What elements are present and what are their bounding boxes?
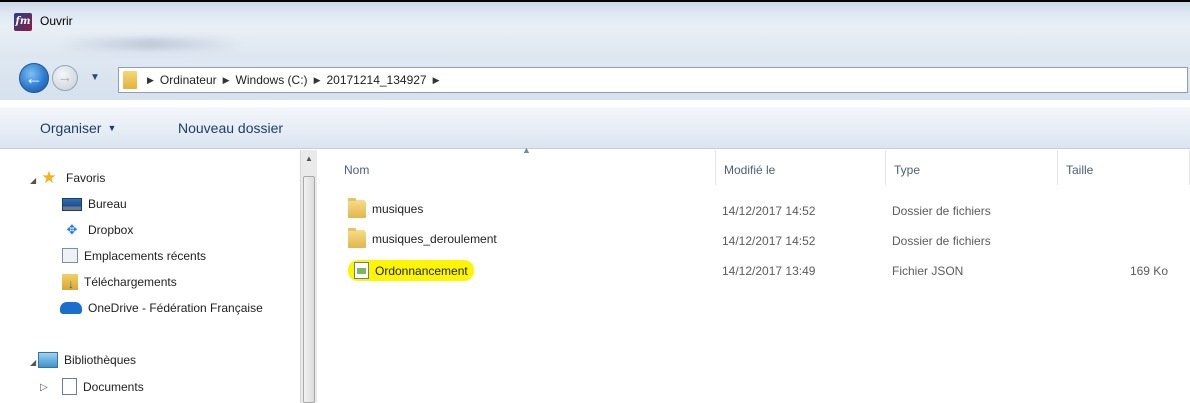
- chevron-down-icon: ▼: [107, 123, 117, 133]
- chevron-right-icon[interactable]: ▶: [223, 75, 230, 86]
- sidebar-item-label: Documents: [83, 379, 144, 394]
- folder-icon: [348, 228, 366, 248]
- sidebar-item-label: Bibliothèques: [64, 353, 137, 367]
- column-header-size[interactable]: Taille: [1058, 150, 1190, 185]
- collapse-arrow-icon[interactable]: ◢: [30, 358, 36, 367]
- app-icon: fm: [14, 13, 32, 31]
- organise-label: Organiser: [40, 120, 102, 136]
- column-header-modified[interactable]: Modifié le: [716, 150, 886, 185]
- folder-icon: [348, 198, 366, 218]
- file-type: Dossier de fichiers: [892, 234, 991, 248]
- forward-arrow-icon: →: [57, 69, 73, 86]
- file-name-cell: Ordonnancement: [348, 260, 474, 281]
- sidebar-item-label: Téléchargements: [84, 275, 177, 289]
- star-icon: ★: [41, 168, 57, 187]
- onedrive-icon: [60, 302, 82, 314]
- downloads-icon: [62, 274, 78, 291]
- file-list: ▲ Nom Modifié le Type Taille musiques 14…: [324, 145, 1190, 403]
- address-bar[interactable]: ▶ Ordinateur ▶ Windows (C:) ▶ 20171214_1…: [118, 67, 1188, 93]
- column-header-label: Modifié le: [724, 163, 776, 177]
- file-name: musiques_deroulement: [372, 232, 497, 246]
- recent-pages-dropdown[interactable]: ▼: [90, 72, 100, 83]
- json-file-icon: [354, 262, 369, 279]
- title-bar: fm Ouvrir: [0, 0, 1190, 58]
- scroll-up-arrow-icon[interactable]: ▲: [301, 150, 317, 167]
- sidebar-item-label: OneDrive - Fédération Française: [88, 301, 263, 315]
- dropbox-icon: ✥: [66, 222, 78, 237]
- column-header-type[interactable]: Type: [886, 150, 1058, 185]
- sidebar-item-downloads[interactable]: Téléchargements: [62, 274, 177, 291]
- title-blur: [60, 38, 240, 50]
- back-arrow-icon: ←: [25, 68, 43, 88]
- sidebar-item-label: Emplacements récents: [84, 248, 207, 263]
- sidebar-item-bureau[interactable]: Bureau: [62, 197, 127, 211]
- desktop-icon: [62, 197, 82, 211]
- documents-icon: [62, 378, 77, 395]
- highlight-marker: Ordonnancement: [348, 260, 474, 281]
- breadcrumb-folder[interactable]: 20171214_134927: [326, 73, 426, 87]
- sort-ascending-icon: ▲: [522, 145, 531, 155]
- back-button[interactable]: ←: [19, 63, 49, 93]
- sidebar-item-label: Dropbox: [88, 223, 134, 237]
- window-title: Ouvrir: [40, 14, 73, 28]
- chevron-right-icon[interactable]: ▶: [147, 75, 154, 86]
- new-folder-button[interactable]: Nouveau dossier: [178, 120, 283, 136]
- column-header-label: Taille: [1066, 163, 1094, 177]
- folder-icon: [123, 71, 137, 89]
- navigation-pane-scrollbar[interactable]: ▲: [300, 150, 317, 403]
- table-row[interactable]: musiques 14/12/2017 14:52 Dossier de fic…: [348, 198, 1188, 222]
- command-bar: Organiser ▼ Nouveau dossier: [0, 107, 1190, 149]
- file-type: Dossier de fichiers: [892, 204, 991, 218]
- file-size: 169 Ko: [1129, 264, 1168, 278]
- column-header-label: Nom: [344, 163, 370, 177]
- table-row[interactable]: Ordonnancement 14/12/2017 13:49 Fichier …: [348, 260, 1188, 282]
- file-name-cell: musiques_deroulement: [348, 228, 497, 248]
- sidebar-item-favorites[interactable]: ★ Favoris: [38, 168, 106, 187]
- forward-button[interactable]: →: [52, 65, 78, 91]
- file-name: musiques: [372, 202, 424, 216]
- file-name-cell: musiques: [348, 198, 424, 218]
- open-dialog: fm Ouvrir ← → ▼ ▶ Ordinateur ▶ Windows (…: [0, 0, 1190, 403]
- breadcrumb-drive[interactable]: Windows (C:): [236, 73, 308, 87]
- file-name: Ordonnancement: [375, 263, 468, 278]
- navigation-pane: ◢ ★ Favoris Bureau ✥ Dropbox Emplacement…: [0, 150, 300, 403]
- collapse-arrow-icon[interactable]: ◢: [30, 176, 36, 185]
- sidebar-item-onedrive[interactable]: OneDrive - Fédération Française: [60, 301, 263, 315]
- file-type: Fichier JSON: [892, 264, 964, 278]
- sidebar-item-documents[interactable]: Documents: [62, 378, 144, 395]
- sidebar-item-recent-places[interactable]: Emplacements récents: [62, 248, 206, 263]
- breadcrumb-ordinateur[interactable]: Ordinateur: [160, 73, 217, 87]
- expand-arrow-icon[interactable]: ▷: [40, 382, 48, 393]
- file-modified: 14/12/2017 14:52: [722, 204, 816, 218]
- file-modified: 14/12/2017 14:52: [722, 234, 816, 248]
- chevron-right-icon[interactable]: ▶: [314, 75, 321, 86]
- sidebar-item-libraries[interactable]: Bibliothèques: [38, 352, 136, 368]
- organise-button[interactable]: Organiser ▼: [40, 120, 116, 136]
- sidebar-item-label: Bureau: [88, 197, 127, 211]
- sidebar-item-dropbox[interactable]: ✥ Dropbox: [62, 222, 134, 238]
- recent-places-icon: [62, 248, 78, 263]
- chevron-right-icon[interactable]: ▶: [433, 75, 440, 86]
- column-header-label: Type: [894, 163, 921, 177]
- sidebar-item-label: Favoris: [66, 171, 106, 185]
- file-modified: 14/12/2017 13:49: [722, 264, 816, 278]
- scrollbar-thumb[interactable]: [303, 176, 315, 403]
- navigation-bar: ← → ▼ ▶ Ordinateur ▶ Windows (C:) ▶ 2017…: [0, 58, 1190, 100]
- breadcrumb: ▶ Ordinateur ▶ Windows (C:) ▶ 20171214_1…: [147, 73, 440, 87]
- table-row[interactable]: musiques_deroulement 14/12/2017 14:52 Do…: [348, 228, 1188, 252]
- library-icon: [38, 352, 58, 368]
- column-header-name[interactable]: ▲ Nom: [336, 145, 716, 185]
